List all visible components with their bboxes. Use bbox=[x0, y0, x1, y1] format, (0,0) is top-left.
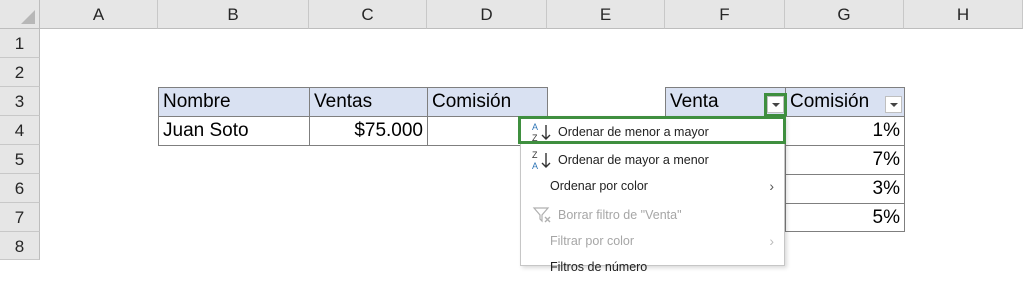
svg-text:Z: Z bbox=[532, 150, 538, 160]
column-header-h[interactable]: H bbox=[904, 0, 1023, 29]
menu-item-filter-by-color[interactable]: Filtrar por color › bbox=[521, 227, 784, 255]
menu-item-number-filters[interactable]: Filtros de número bbox=[521, 253, 784, 281]
table1-cell-ventas[interactable]: $75.000 bbox=[309, 116, 428, 146]
column-header-a[interactable]: A bbox=[40, 0, 158, 29]
column-header-c[interactable]: C bbox=[309, 0, 427, 29]
table1-cell-nombre[interactable]: Juan Soto bbox=[158, 116, 310, 146]
filter-button-highlight bbox=[764, 93, 787, 117]
select-all-corner[interactable] bbox=[0, 0, 40, 29]
row-header-3[interactable]: 3 bbox=[0, 87, 40, 116]
column-header-f[interactable]: F bbox=[665, 0, 785, 29]
table2-cell-comision-2[interactable]: 7% bbox=[785, 145, 905, 175]
row-header-2[interactable]: 2 bbox=[0, 58, 40, 87]
menu-item-label: Ordenar de mayor a menor bbox=[558, 153, 709, 167]
row-header-5[interactable]: 5 bbox=[0, 145, 40, 174]
sort-descending-icon: Z A bbox=[532, 150, 551, 171]
spreadsheet: A B C D E F G H 1 2 3 4 5 6 7 8 Nombre V… bbox=[0, 0, 1023, 274]
column-header-d[interactable]: D bbox=[427, 0, 547, 29]
menu-item-label: Filtrar por color bbox=[550, 234, 635, 248]
table2-cell-comision-3[interactable]: 3% bbox=[785, 174, 905, 204]
table2-cell-comision-4[interactable]: 5% bbox=[785, 203, 905, 232]
row-header-6[interactable]: 6 bbox=[0, 174, 40, 203]
row-header-8[interactable]: 8 bbox=[0, 232, 40, 260]
row-header-1[interactable]: 1 bbox=[0, 29, 40, 58]
menu-item-label: Filtros de número bbox=[550, 260, 648, 274]
column-header-b[interactable]: B bbox=[158, 0, 309, 29]
comision-filter-dropdown-button[interactable] bbox=[885, 96, 902, 113]
menu-item-sort-descending[interactable]: Z A Ordenar de mayor a menor bbox=[521, 146, 784, 174]
select-all-icon bbox=[21, 10, 35, 24]
chevron-right-icon: › bbox=[769, 233, 774, 249]
chevron-down-icon bbox=[889, 102, 898, 107]
chevron-right-icon: › bbox=[769, 178, 774, 194]
svg-text:A: A bbox=[532, 161, 538, 171]
column-header-g[interactable]: G bbox=[785, 0, 904, 29]
sort-ascending-highlight bbox=[518, 116, 786, 144]
table1-header-comision[interactable]: Comisión bbox=[427, 87, 548, 117]
menu-item-label: Ordenar por color bbox=[550, 179, 648, 193]
column-header-e[interactable]: E bbox=[547, 0, 665, 29]
table1-header-ventas[interactable]: Ventas bbox=[309, 87, 428, 117]
menu-item-sort-by-color[interactable]: Ordenar por color › bbox=[521, 172, 784, 200]
row-header-4[interactable]: 4 bbox=[0, 116, 40, 145]
row-header-7[interactable]: 7 bbox=[0, 203, 40, 232]
menu-item-clear-filter[interactable]: Borrar filtro de "Venta" bbox=[521, 201, 784, 229]
menu-item-label: Borrar filtro de "Venta" bbox=[558, 208, 682, 222]
clear-filter-icon bbox=[532, 207, 551, 223]
table2-cell-comision-1[interactable]: 1% bbox=[785, 116, 905, 146]
table1-header-nombre[interactable]: Nombre bbox=[158, 87, 310, 117]
